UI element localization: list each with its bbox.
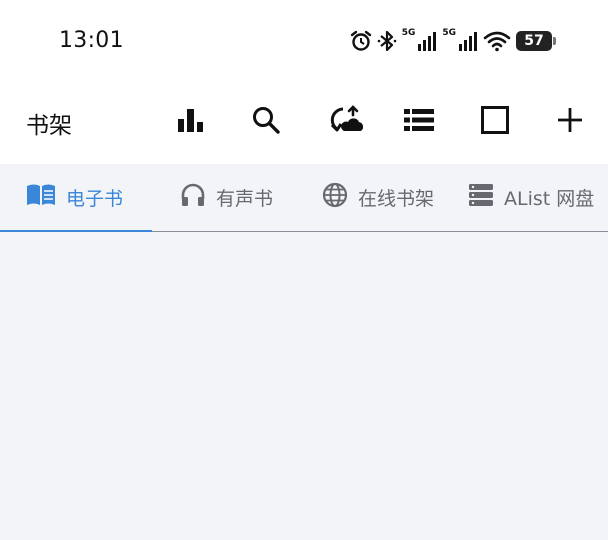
tab-label: 电子书 <box>66 188 124 210</box>
page-title: 书架 <box>26 113 72 139</box>
headphones-icon <box>180 182 206 213</box>
add-button[interactable] <box>550 102 590 142</box>
search-icon <box>251 105 281 139</box>
tab-bar: 电子书 有声书 在线书架 AList 网盘 <box>0 164 608 233</box>
bluetooth-icon <box>377 30 397 52</box>
add-icon <box>557 107 583 137</box>
globe-icon <box>322 182 348 213</box>
bar-chart-icon <box>177 107 205 137</box>
bookshelf-content <box>0 232 608 540</box>
alarm-icon <box>350 30 372 52</box>
status-bar: 13:01 5G 5G 57 <box>0 0 608 82</box>
signal-icon <box>417 31 437 51</box>
select-button[interactable] <box>475 102 515 142</box>
list-view-button[interactable] <box>399 102 439 142</box>
tab-ebooks[interactable]: 电子书 <box>26 164 123 231</box>
sync-icon <box>329 105 364 139</box>
statistics-button[interactable] <box>171 102 211 142</box>
tab-audiobooks[interactable]: 有声书 <box>180 164 273 231</box>
status-icons: 5G 5G 57 <box>350 27 556 55</box>
storage-icon <box>468 183 494 212</box>
tab-online-bookshelf[interactable]: 在线书架 <box>322 164 434 231</box>
status-time: 13:01 <box>59 28 124 53</box>
search-button[interactable] <box>246 102 286 142</box>
signal-icon <box>458 31 478 51</box>
network-type-label: 5G <box>442 28 456 38</box>
tab-label: 在线书架 <box>358 188 435 210</box>
book-icon <box>26 183 56 212</box>
tab-label: 有声书 <box>216 188 274 210</box>
battery-icon: 57 <box>516 31 556 51</box>
tab-label: AList 网盘 <box>504 188 595 210</box>
app-bar: 书架 <box>0 82 608 164</box>
network-type-label: 5G <box>401 28 416 38</box>
tab-alist-drive[interactable]: AList 网盘 <box>468 164 594 231</box>
list-view-icon <box>403 108 435 136</box>
wifi-icon <box>483 30 511 52</box>
select-square-icon <box>480 105 510 139</box>
sync-button[interactable] <box>326 102 366 142</box>
